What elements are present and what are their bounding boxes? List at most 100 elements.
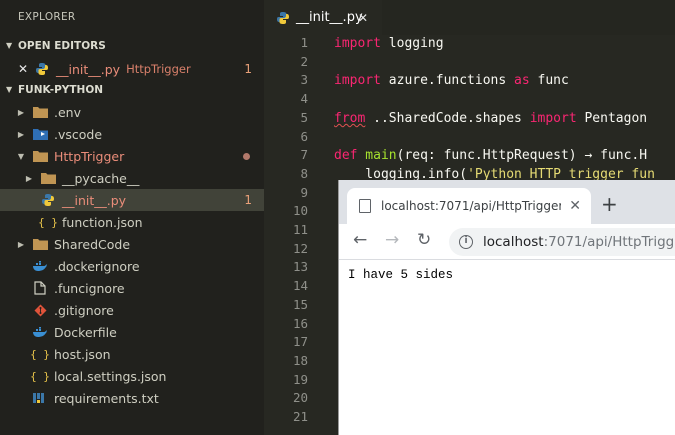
code-line: import logging [334,36,444,51]
tree-item-label: .vscode [54,126,103,142]
line-number: 6 [300,128,308,144]
close-icon[interactable]: ✕ [358,11,368,25]
vscode-folder-icon [32,126,48,142]
browser-tab[interactable]: localhost:7071/api/HttpTrigger?name= ✕ [347,188,591,224]
tree-item-label: HttpTrigger [54,148,125,164]
open-editor-folder-hint: HttpTrigger [126,62,191,76]
tab-label: __init__.py [296,10,363,25]
line-number: 8 [300,165,308,181]
line-number: 3 [300,72,308,88]
error-squiggle: from [334,110,366,126]
json-file-icon: { } [30,369,50,383]
python-file-icon [40,192,56,208]
browser-tab-title: localhost:7071/api/HttpTrigger?name= [381,199,561,213]
modified-dot-icon [243,152,250,160]
chevron-down-icon: ▼ [6,41,13,50]
folder-icon [32,104,48,120]
line-number: 15 [292,296,308,312]
folder-icon [40,170,56,186]
address-bar[interactable]: i localhost:7071/api/HttpTrigger? [449,228,675,256]
line-number: 7 [300,147,308,163]
chevron-right-icon: ▶ [17,107,25,117]
open-editor-label: __init__.py [56,61,121,77]
tree-item-env[interactable]: ▶ .env [0,101,264,123]
folder-icon [32,236,48,252]
tree-item-label: host.json [54,346,111,362]
tree-item-dockerignore[interactable]: .dockerignore [0,255,264,277]
project-label: FUNK-PYTHON [18,84,104,96]
line-number: 1 [300,35,308,50]
python-file-icon [276,11,290,25]
reload-button[interactable]: ↻ [417,230,431,250]
editor-tab-bar: __init__.py ✕ [264,0,675,35]
tree-item-host-json[interactable]: { } host.json [0,343,264,365]
json-file-icon: { } [30,347,50,361]
git-icon [32,302,48,318]
forward-button[interactable]: → [385,230,399,250]
chevron-right-icon: ▶ [17,239,25,249]
tree-item-label: __init__.py [62,192,127,208]
page-body-text: I have 5 sides [348,268,454,282]
tree-item-function-json[interactable]: { } function.json [0,211,264,233]
tree-item-vscode[interactable]: ▶ .vscode [0,123,264,145]
line-number: 5 [300,109,308,125]
line-number: 18 [292,352,308,368]
tree-item-sharedcode[interactable]: ▶ SharedCode [0,233,264,255]
tree-item-label: .gitignore [54,302,114,318]
line-number: 20 [292,390,308,406]
code-content: import logging import azure.functions as… [334,35,655,182]
docker-icon [32,324,48,340]
explorer-title: EXPLORER [18,11,76,23]
browser-toolbar: ← → ↻ i localhost:7071/api/HttpTrigger? [339,224,675,260]
problem-count-badge: 1 [244,193,252,207]
line-number: 17 [292,334,308,350]
open-editor-item[interactable]: ✕ __init__.py HttpTrigger 1 [0,58,264,80]
url-host: localhost [483,234,544,250]
tree-item-label: Dockerfile [54,324,117,340]
tree-item-requirements-txt[interactable]: requirements.txt [0,387,264,409]
tree-item-label: local.settings.json [54,368,167,384]
chevron-right-icon: ▶ [17,129,25,139]
tree-item-label: .env [54,104,81,120]
tree-item-funcignore[interactable]: .funcignore [0,277,264,299]
tree-item-dockerfile[interactable]: Dockerfile [0,321,264,343]
chevron-right-icon: ▶ [25,173,33,183]
close-icon[interactable]: ✕ [569,198,581,214]
line-number: 10 [292,203,308,219]
open-editors-label: OPEN EDITORS [18,40,106,52]
tree-item-label: .dockerignore [54,258,140,274]
chevron-down-icon: ▼ [6,85,13,94]
back-button[interactable]: ← [353,230,367,250]
line-number: 2 [300,53,308,69]
tree-item-init-py[interactable]: __init__.py 1 [0,189,264,211]
file-icon [32,280,48,296]
tab-init-py[interactable]: __init__.py ✕ [264,0,382,35]
json-file-icon: { } [38,215,58,229]
folder-open-icon [32,148,48,164]
tree-item-label: __pycache__ [62,170,140,186]
page-icon [359,199,371,213]
tree-item-httptrigger[interactable]: ▼ HttpTrigger [0,145,264,167]
tree-item-label: function.json [62,214,143,230]
url-path: :7071/api/HttpTrigger? [543,234,675,250]
info-icon[interactable]: i [459,235,473,249]
code-line: def main(req: func.HttpRequest) → func.H [334,148,648,164]
line-number: 9 [300,184,308,200]
tree-item-label: SharedCode [54,236,131,252]
line-number: 12 [292,240,308,256]
open-editors-header[interactable]: ▼ OPEN EDITORS [0,35,264,57]
code-line: from ..SharedCode.shapes import Pentagon [334,110,648,126]
line-number: 4 [300,91,308,107]
project-header[interactable]: ▼ FUNK-PYTHON [0,79,264,101]
tree-item-label: requirements.txt [54,390,159,406]
tree-item-gitignore[interactable]: .gitignore [0,299,264,321]
tree-item-label: .funcignore [54,280,125,296]
new-tab-button[interactable]: + [601,192,618,216]
line-number: 21 [292,409,308,424]
docker-icon [32,258,48,274]
explorer-sidebar: EXPLORER ▼ OPEN EDITORS ✕ __init__.py Ht… [0,0,264,435]
close-icon[interactable]: ✕ [18,62,32,76]
tree-item-local-settings-json[interactable]: { } local.settings.json [0,365,264,387]
tree-item-pycache[interactable]: ▶ __pycache__ [0,167,264,189]
python-requirements-icon [32,390,48,406]
